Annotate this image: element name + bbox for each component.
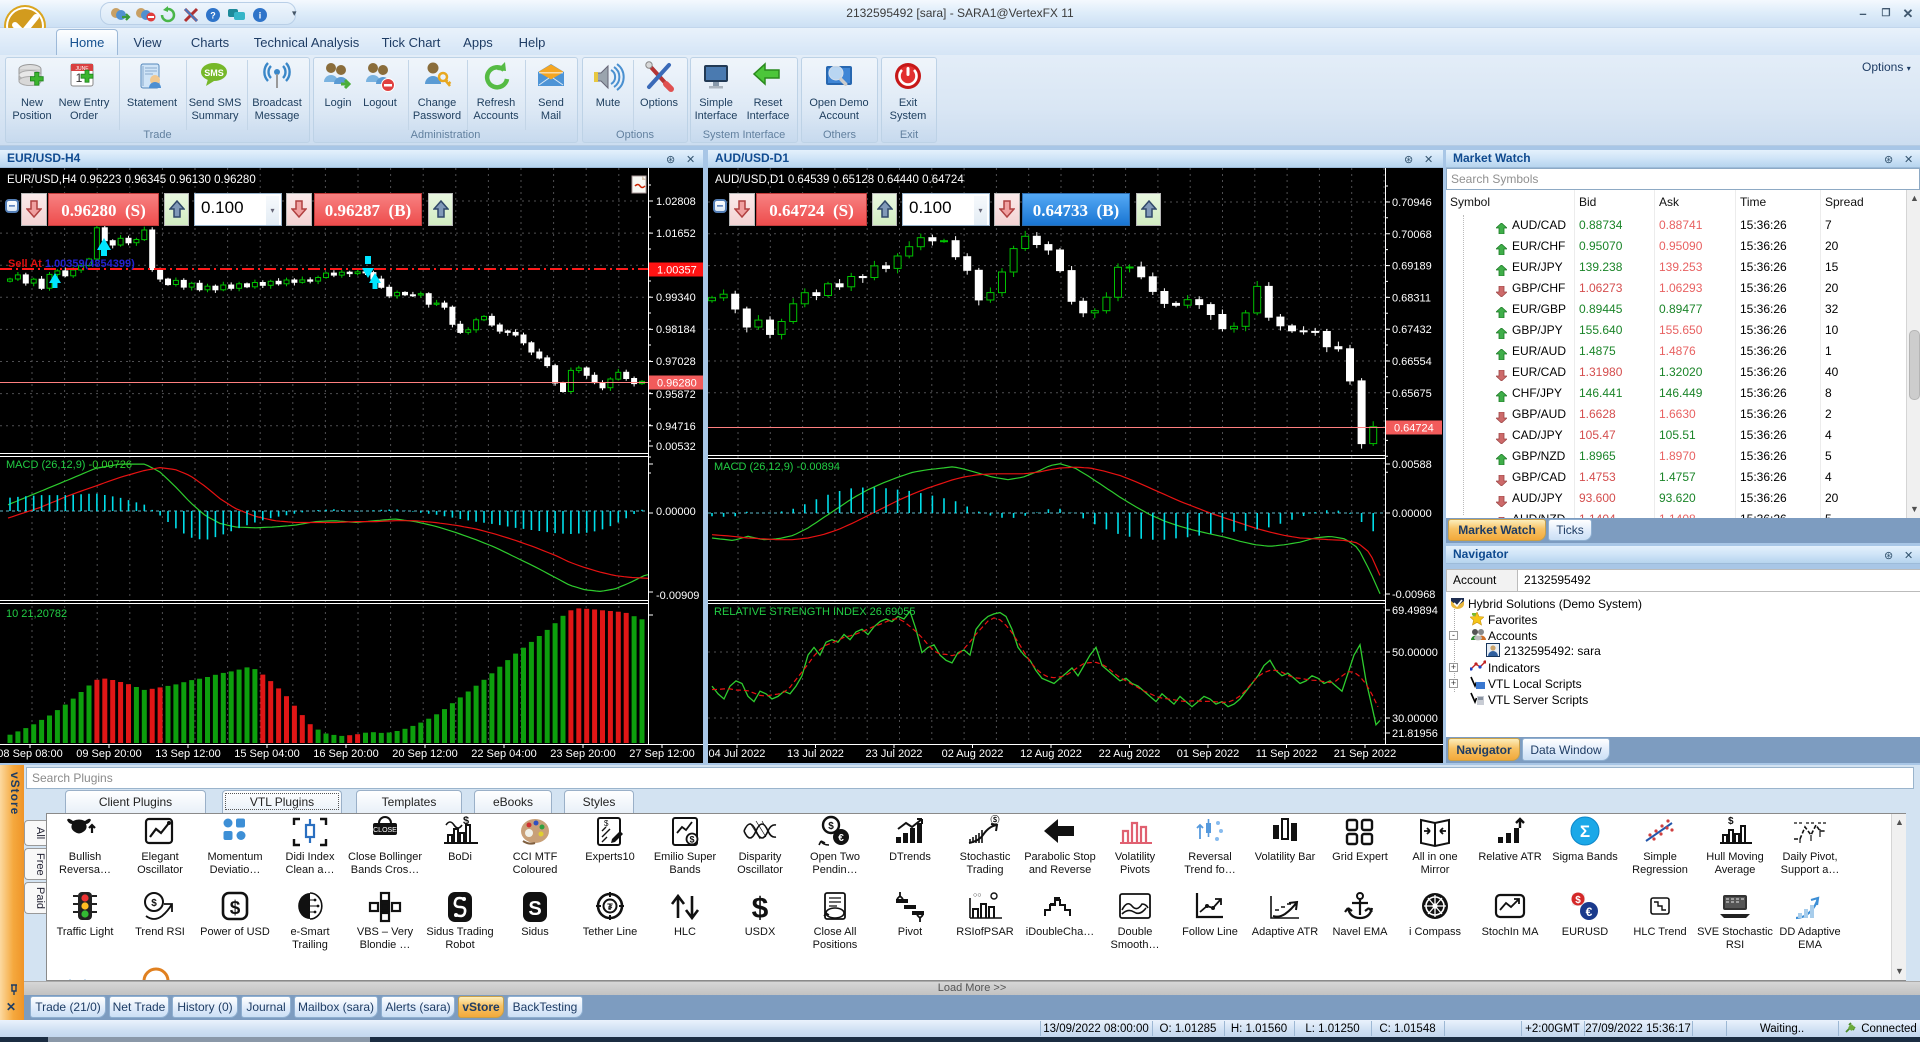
svg-text:Σ: Σ: [1580, 822, 1590, 841]
svg-text:30.00000: 30.00000: [1392, 713, 1438, 725]
svg-text:20 Sep 12:00: 20 Sep 12:00: [392, 748, 457, 760]
svg-text:02 Aug 2022: 02 Aug 2022: [942, 748, 1004, 760]
svg-text:1.00357: 1.00357: [657, 265, 697, 277]
svg-text:0.67432: 0.67432: [1392, 324, 1432, 336]
svg-text:0.94716: 0.94716: [656, 421, 696, 433]
svg-text:0.70946: 0.70946: [1392, 197, 1432, 209]
svg-text:08 Sep 08:00: 08 Sep 08:00: [0, 748, 63, 760]
svg-text:50.00000: 50.00000: [1392, 647, 1438, 659]
svg-text:-0.00909: -0.00909: [656, 590, 699, 602]
svg-text:$: $: [828, 821, 834, 832]
svg-text:10 21,20782: 10 21,20782: [6, 608, 67, 620]
svg-text:27 Sep 12:00: 27 Sep 12:00: [629, 748, 694, 760]
svg-text:23 Sep 20:00: 23 Sep 20:00: [550, 748, 615, 760]
svg-text:21 Sep 2022: 21 Sep 2022: [1334, 748, 1396, 760]
svg-text:0.99340: 0.99340: [656, 292, 696, 304]
svg-text:0.00000: 0.00000: [1392, 508, 1432, 520]
svg-text:0.00588: 0.00588: [1392, 459, 1432, 471]
svg-text:01 Sep 2022: 01 Sep 2022: [1177, 748, 1239, 760]
svg-text:22 Sep 04:00: 22 Sep 04:00: [471, 748, 536, 760]
svg-text:-0.00968: -0.00968: [1392, 589, 1435, 601]
svg-text:12 Aug 2022: 12 Aug 2022: [1020, 748, 1082, 760]
svg-text:69.49894: 69.49894: [1392, 605, 1438, 617]
svg-text:0.00000: 0.00000: [656, 506, 696, 518]
svg-text:$: $: [230, 898, 241, 919]
svg-text:0.65675: 0.65675: [1392, 388, 1432, 400]
svg-text:$: $: [604, 819, 609, 828]
svg-text:€: €: [1586, 905, 1593, 919]
svg-text:0.97028: 0.97028: [656, 356, 696, 368]
svg-text:0.98184: 0.98184: [656, 324, 696, 336]
svg-text:0.64724: 0.64724: [1394, 423, 1434, 435]
svg-text:23 Jul 2022: 23 Jul 2022: [866, 748, 923, 760]
svg-text:$: $: [151, 898, 157, 909]
svg-text:AUD/USD,D1 0.64539 0.65128: AUD/USD,D1 0.64539 0.65128 0.64440 0.647…: [715, 174, 964, 186]
svg-text:MACD (26,12,9) -0.00894: MACD (26,12,9) -0.00894: [714, 461, 840, 473]
svg-text:$: $: [1575, 895, 1581, 906]
svg-text:i: i: [259, 11, 262, 21]
svg-text:22 Aug 2022: 22 Aug 2022: [1099, 748, 1161, 760]
svg-text:13 Sep 12:00: 13 Sep 12:00: [155, 748, 220, 760]
svg-text:S: S: [528, 898, 541, 920]
svg-text:13 Jul 2022: 13 Jul 2022: [787, 748, 844, 760]
svg-text:1.02808: 1.02808: [656, 196, 696, 208]
svg-text:15 Sep 04:00: 15 Sep 04:00: [234, 748, 299, 760]
svg-text:11 Sep 2022: 11 Sep 2022: [1256, 748, 1318, 760]
svg-text:0.68311: 0.68311: [1392, 292, 1431, 304]
svg-text:RELATIVE STRENGTH INDEX 26.69: RELATIVE STRENGTH INDEX 26.69055: [714, 606, 916, 618]
svg-text:0.96280: 0.96280: [657, 378, 697, 390]
svg-text:$: $: [1728, 816, 1734, 827]
svg-text:21.81956: 21.81956: [1392, 728, 1438, 740]
svg-text:Sell At 1.00359(4854399): Sell At 1.00359(4854399): [8, 258, 135, 270]
svg-text:CLOSE: CLOSE: [373, 827, 397, 834]
svg-text:$: $: [689, 835, 694, 845]
svg-text:0.66554: 0.66554: [1392, 356, 1432, 368]
svg-text:09 Sep 20:00: 09 Sep 20:00: [76, 748, 141, 760]
svg-text:0.70068: 0.70068: [1392, 229, 1432, 241]
svg-text:0.00532: 0.00532: [656, 441, 696, 453]
svg-text:0.69189: 0.69189: [1392, 261, 1432, 273]
svg-text:○○: ○○: [973, 892, 981, 899]
svg-text:€: €: [838, 833, 844, 844]
svg-text:1.01652: 1.01652: [656, 228, 696, 240]
svg-text:MACD (26,12,9) -0.00726: MACD (26,12,9) -0.00726: [6, 459, 132, 471]
svg-text:?: ?: [210, 11, 216, 21]
svg-text:$: $: [752, 892, 769, 924]
svg-text:SMS: SMS: [204, 68, 224, 78]
svg-text:04 Jul 2022: 04 Jul 2022: [709, 748, 766, 760]
svg-text:₮: ₮: [607, 902, 613, 912]
svg-text:EUR/USD,H4 0.96223 0.96345: EUR/USD,H4 0.96223 0.96345 0.96130 0.962…: [7, 174, 256, 186]
svg-text:16 Sep 20:00: 16 Sep 20:00: [313, 748, 378, 760]
svg-text:0.95872: 0.95872: [656, 389, 696, 401]
